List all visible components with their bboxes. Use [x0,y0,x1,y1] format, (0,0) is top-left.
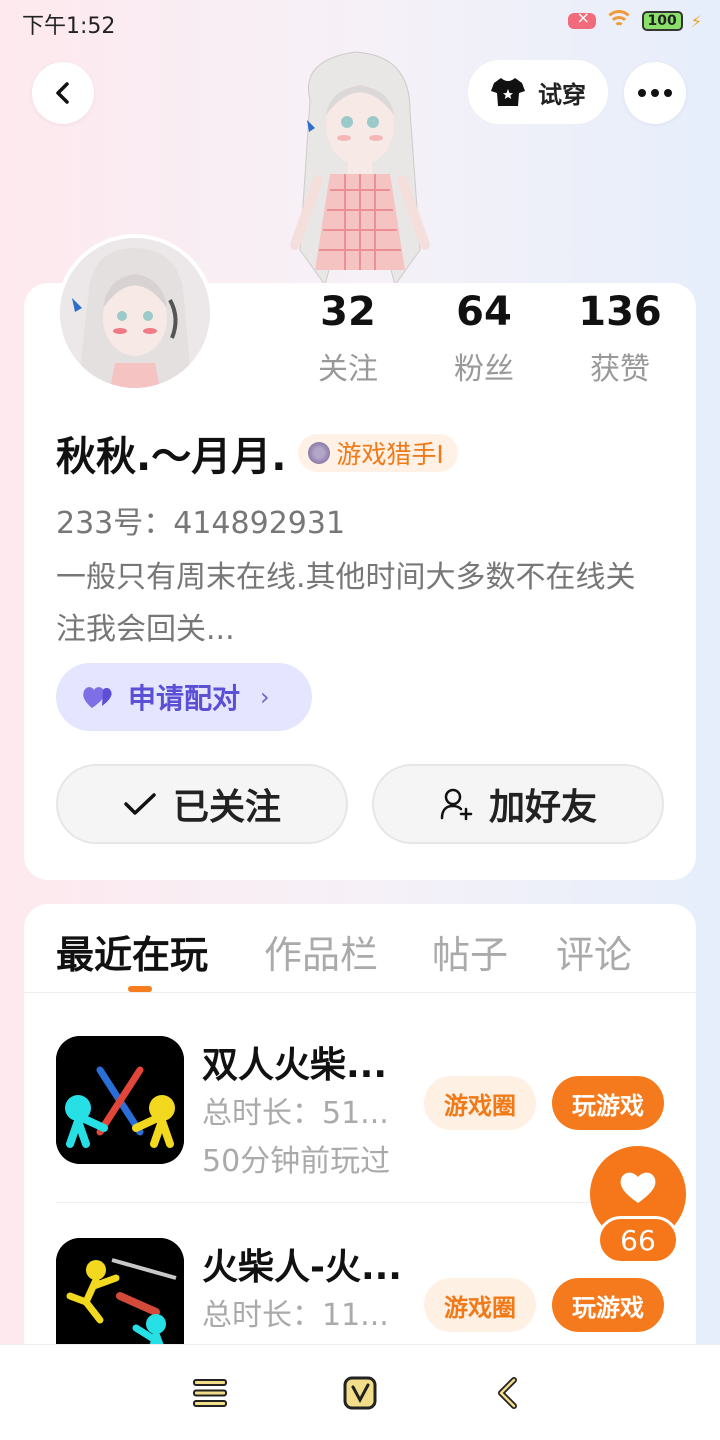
wifi-icon [603,10,634,32]
home-icon[interactable] [342,1375,378,1411]
more-icon [638,89,672,97]
tab-comments[interactable]: 评论 [556,924,632,979]
tab-works[interactable]: 作品栏 [264,924,378,979]
back-button[interactable] [32,62,94,124]
tshirt-icon [491,78,525,106]
game-title: 双人火柴... [202,1045,388,1086]
badge-label: 游戏猎手I [336,440,444,469]
followers-label: 粉丝 [454,352,514,387]
heart-icon [620,1172,656,1203]
followed-label: 已关注 [172,787,281,828]
followers-count: 64 [456,289,512,335]
try-on-button[interactable]: 试穿 [468,60,608,124]
system-nav-bar [0,1344,720,1440]
avatar[interactable] [56,234,214,392]
status-icons: 100 ⚡ [567,8,702,32]
menu-icon[interactable] [192,1377,228,1409]
add-friend-label: 加好友 [488,787,597,828]
game-duration: 总时长：51... [202,1096,389,1131]
play-game-button[interactable]: 玩游戏 [552,1076,664,1130]
avatar-image [60,238,210,388]
game-row[interactable]: 双人火柴... 总时长：51... 50分钟前玩过 游戏圈 玩游戏 [56,1036,666,1179]
game-icon-stickman-duo[interactable] [56,1036,184,1164]
status-time: 下午1:52 [22,14,116,39]
hero-avatar-figure [290,51,430,287]
tab-divider [24,992,696,993]
no-sim-icon [567,8,596,29]
like-count: 66 [597,1216,679,1264]
add-friend-button[interactable]: 加好友 [372,764,664,844]
add-user-icon [440,788,473,821]
pair-request-button[interactable]: 申请配对 › [56,663,312,731]
following-count: 32 [320,289,376,335]
check-icon [124,793,156,815]
try-on-label: 试穿 [538,80,586,109]
user-id: 233号：414892931 [56,506,346,541]
tab-recently-played[interactable]: 最近在玩 [56,924,208,979]
stat-following[interactable]: 32 关注 [278,290,418,388]
row-divider [56,1202,666,1203]
following-label: 关注 [318,352,378,387]
more-button[interactable] [624,62,686,124]
title-badge[interactable]: 游戏猎手I [298,434,458,472]
game-circle-button[interactable]: 游戏圈 [424,1278,536,1332]
user-bio[interactable]: 一般只有周末在线.其他时间大多数不在线关注我会回关... [56,552,656,656]
badge-icon [308,442,331,464]
pair-request-label: 申请配对 [128,682,241,715]
chevron-right-icon: › [260,683,270,711]
tab-posts[interactable]: 帖子 [432,924,508,979]
game-last-played: 50分钟前玩过 [202,1144,391,1179]
battery-icon: 100 [641,11,683,31]
charging-icon: ⚡ [690,11,702,31]
user-name: 秋秋.～月月. [56,434,287,480]
game-title: 火柴人-火... [202,1247,402,1288]
followed-button[interactable]: 已关注 [56,764,348,844]
double-heart-icon [83,687,112,708]
stat-followers[interactable]: 64 粉丝 [414,290,554,388]
likes-received-count: 136 [578,289,662,335]
likes-received-label: 获赞 [590,352,650,387]
back-icon [56,82,69,104]
battery-level: 100 [647,13,677,29]
name-row: 秋秋.～月月. 游戏猎手I [56,424,458,482]
game-circle-button[interactable]: 游戏圈 [424,1076,536,1130]
nav-back-icon[interactable] [496,1377,520,1409]
stat-likes[interactable]: 136 获赞 [550,290,690,388]
play-game-button[interactable]: 玩游戏 [552,1278,664,1332]
game-duration: 总时长：11... [202,1298,389,1333]
